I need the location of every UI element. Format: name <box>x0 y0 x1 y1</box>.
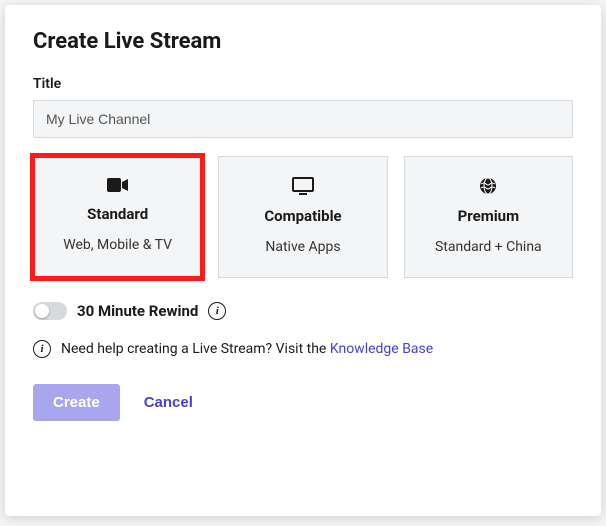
title-input[interactable] <box>33 100 573 138</box>
rewind-toggle[interactable] <box>33 302 67 320</box>
plan-subtitle: Native Apps <box>229 239 376 255</box>
knowledge-base-link[interactable]: Knowledge Base <box>330 341 433 357</box>
globe-icon <box>415 177 562 195</box>
info-icon[interactable]: i <box>208 302 226 320</box>
rewind-row: 30 Minute Rewind i <box>33 302 573 320</box>
plan-cards: Standard Web, Mobile & TV Compatible Nat… <box>33 156 573 278</box>
modal-title: Create Live Stream <box>33 29 573 54</box>
video-camera-icon <box>44 177 191 193</box>
plan-card-premium[interactable]: Premium Standard + China <box>404 156 573 278</box>
plan-card-compatible[interactable]: Compatible Native Apps <box>218 156 387 278</box>
plan-subtitle: Web, Mobile & TV <box>44 237 191 253</box>
modal-actions: Create Cancel <box>33 384 573 421</box>
plan-title: Compatible <box>229 207 376 225</box>
cancel-button[interactable]: Cancel <box>144 394 193 411</box>
plan-card-standard[interactable]: Standard Web, Mobile & TV <box>33 156 202 278</box>
help-row: i Need help creating a Live Stream? Visi… <box>33 340 573 358</box>
rewind-label: 30 Minute Rewind <box>77 302 198 320</box>
monitor-icon <box>229 177 376 195</box>
create-button[interactable]: Create <box>33 384 120 421</box>
help-text: Need help creating a Live Stream? Visit … <box>61 341 433 357</box>
help-prefix: Need help creating a Live Stream? Visit … <box>61 341 330 357</box>
create-live-stream-modal: Create Live Stream Title Standard Web, M… <box>5 5 601 516</box>
plan-title: Standard <box>44 205 191 223</box>
plan-title: Premium <box>415 207 562 225</box>
info-icon: i <box>33 340 51 358</box>
title-label: Title <box>33 76 573 92</box>
plan-subtitle: Standard + China <box>415 239 562 255</box>
